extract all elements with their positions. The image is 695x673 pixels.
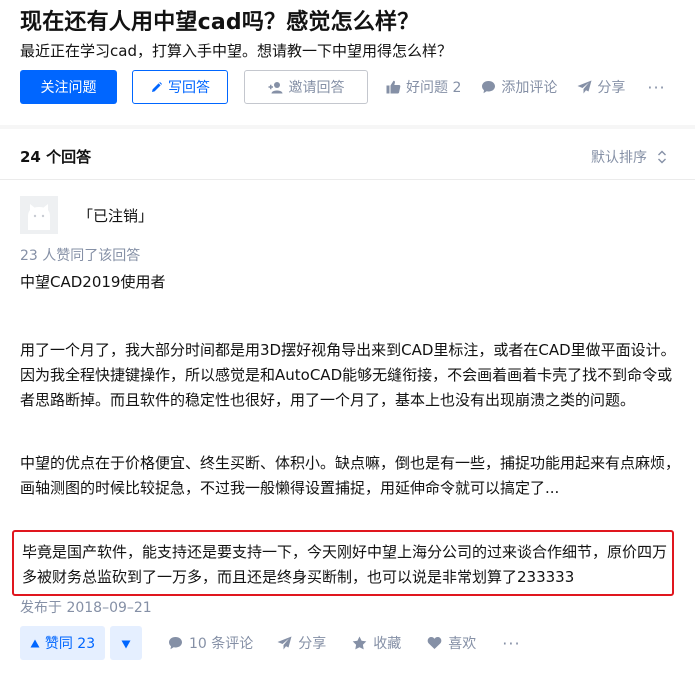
answer-paragraph: 中望CAD2019使用者 [20,273,166,291]
add-comment-button[interactable]: 添加评论 [481,77,557,97]
like-label: 喜欢 [448,636,477,652]
invite-answer-button[interactable]: 邀请回答 [244,70,368,104]
question-title: 现在还有人用中望cad吗？感觉怎么样？ [20,10,420,35]
avatar[interactable] [20,196,58,234]
comments-label: 10 条评论 [189,636,254,652]
invite-answer-label: 邀请回答 [288,80,345,96]
collect-button[interactable]: 收藏 [352,633,401,653]
sort-label: 默认排序 [591,150,647,166]
follow-question-button[interactable]: 关注问题 [20,70,117,104]
write-answer-button[interactable]: 写回答 [132,70,228,104]
answer-paragraph: 用了一个月了，我大部分时间都是用3D摆好视角导出来到CAD里标注，或者在CAD里… [20,341,676,409]
vote-up-label: 赞同 23 [44,636,96,652]
sort-dropdown[interactable]: 默认排序 [591,147,667,167]
author-name[interactable]: 「已注销」 [78,205,153,226]
paper-plane-icon [577,80,592,94]
vote-down-button[interactable] [110,626,142,660]
good-question-button[interactable]: 好问题 2 [386,77,461,97]
answer-author: 「已注销」 [20,196,153,234]
like-button[interactable]: 喜欢 [427,633,476,653]
add-comment-label: 添加评论 [501,80,558,96]
question-actions: 关注问题 写回答 邀请回答 好问题 2 添加评论 分享 ··· [20,70,666,104]
voters-count[interactable]: 23 人赞同了该回答 [20,245,140,265]
comment-icon [168,636,183,650]
triangle-down-icon [121,634,131,653]
cat-avatar-icon [20,196,58,234]
good-question-label: 好问题 2 [406,80,462,96]
question-detail: 最近正在学习cad，打算入手中望。想请教一下中望用得怎么样？ [20,42,452,60]
more-icon[interactable]: ··· [647,78,665,97]
heart-icon [427,636,442,650]
star-icon [352,636,367,650]
comments-button[interactable]: 10 条评论 [168,633,253,653]
share-label: 分享 [597,80,626,96]
answer-actions: 赞同 23 10 条评论 分享 收藏 喜欢 ··· [20,626,521,660]
answers-bar: 24 个回答 默认排序 [0,129,695,180]
more-icon[interactable]: ··· [502,634,520,653]
pencil-icon [150,81,163,94]
vote-up-button[interactable]: 赞同 23 [20,626,105,660]
answer-paragraph: 中望的优点在于价格便宜、终生买断、体积小。缺点嘛，倒也是有一些，捕捉功能用起来有… [20,454,681,497]
share-button[interactable]: 分享 [577,77,625,97]
paper-plane-icon [277,636,292,650]
comment-icon [481,80,496,94]
share-answer-button[interactable]: 分享 [277,633,326,653]
collect-label: 收藏 [373,636,402,652]
write-answer-label: 写回答 [168,80,210,96]
publish-date[interactable]: 发布于 2018–09–21 [20,597,152,617]
sort-updown-icon [657,150,667,164]
add-user-icon [268,81,284,94]
answer-count: 24 个回答 [20,148,92,166]
answer-paragraph-highlighted: 毕竟是国产软件，能支持还是要支持一下，今天刚好中望上海分公司的过来谈合作细节，原… [22,543,668,586]
share-answer-label: 分享 [298,636,327,652]
question-header: 现在还有人用中望cad吗？感觉怎么样？ 最近正在学习cad，打算入手中望。想请教… [0,0,695,125]
thumbs-up-icon [386,80,401,94]
highlight-box: 毕竟是国产软件，能支持还是要支持一下，今天刚好中望上海分公司的过来谈合作细节，原… [12,530,674,596]
triangle-up-icon [30,639,40,648]
